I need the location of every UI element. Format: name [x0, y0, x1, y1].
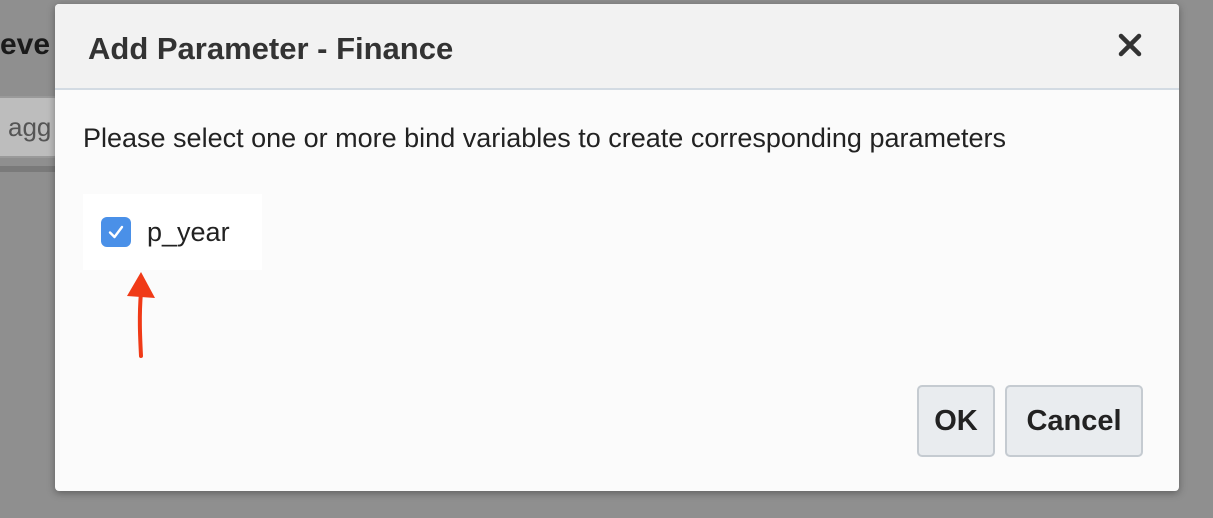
bind-variable-checkbox[interactable]	[101, 217, 131, 247]
background-input: agg	[0, 96, 58, 158]
bind-variable-label: p_year	[147, 216, 230, 247]
ok-button[interactable]: OK	[917, 385, 995, 457]
dialog-body: Please select one or more bind variables…	[83, 120, 1083, 156]
annotation-arrow-icon	[127, 272, 155, 358]
background-page-title: eve	[0, 28, 51, 61]
cancel-button[interactable]: Cancel	[1005, 385, 1143, 457]
checkmark-icon	[108, 225, 124, 239]
dialog-title: Add Parameter - Finance	[88, 31, 454, 66]
dialog-header: Add Parameter - Finance	[55, 4, 1179, 90]
close-icon	[1118, 33, 1142, 57]
close-button[interactable]	[1113, 28, 1147, 62]
add-parameter-dialog: Add Parameter - Finance Please select on…	[55, 4, 1179, 491]
background-divider	[0, 166, 60, 172]
bind-variable-item[interactable]: p_year	[83, 194, 262, 270]
instructions-text: Please select one or more bind variables…	[83, 123, 1006, 153]
